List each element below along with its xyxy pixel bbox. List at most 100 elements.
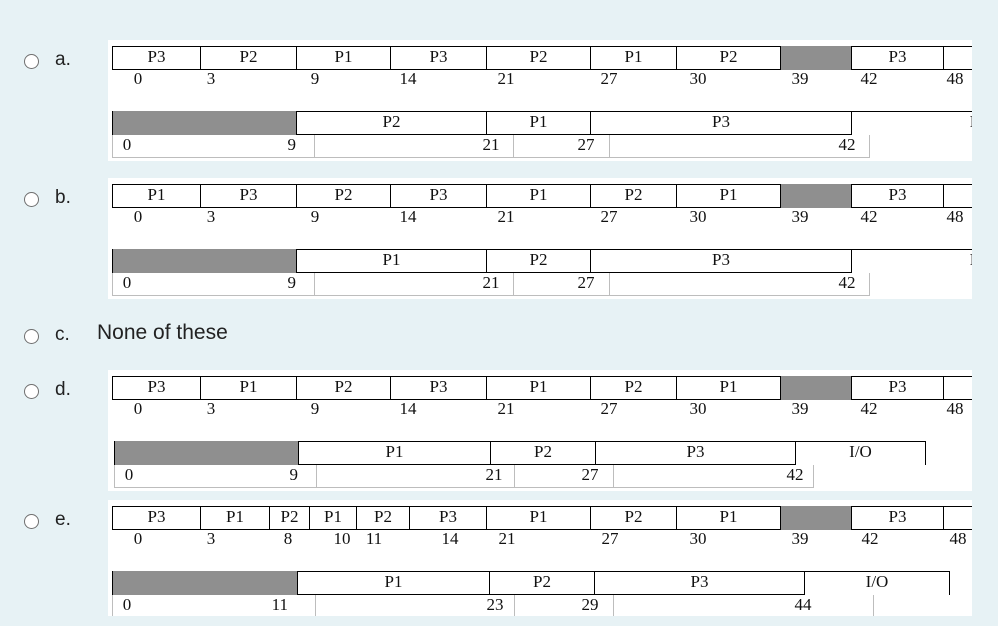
io-segment: P2 bbox=[487, 249, 591, 273]
option-text: None of these bbox=[97, 321, 228, 344]
cpu-time-tick: 8 bbox=[283, 529, 293, 548]
cpu-segment: P1 bbox=[677, 376, 781, 400]
cpu-time-tick: 21 bbox=[497, 399, 515, 418]
cpu-segment: P3 bbox=[112, 46, 201, 70]
cpu-time-tick: 0 bbox=[133, 529, 143, 548]
io-time-tick: 9 bbox=[287, 135, 297, 154]
cpu-segment: P3 bbox=[852, 46, 944, 70]
io-tick-separator bbox=[112, 135, 113, 158]
io-tick-separator bbox=[869, 135, 870, 158]
cpu-segment: P3 bbox=[112, 506, 201, 530]
cpu-time-tick: 0 bbox=[133, 207, 143, 226]
cpu-segment: P3 bbox=[112, 376, 201, 400]
io-time-tick: 42 bbox=[786, 465, 804, 484]
io-segment: I/ bbox=[852, 111, 972, 135]
cpu-time-tick: 14 bbox=[399, 207, 417, 226]
cpu-segment: P1 bbox=[591, 46, 677, 70]
cpu-time-tick: 30 bbox=[689, 529, 707, 548]
io-segment: I/O bbox=[796, 441, 926, 465]
cpu-time-tick: 30 bbox=[689, 69, 707, 88]
io-time-tick: 23 bbox=[486, 595, 504, 614]
option-letter: a. bbox=[55, 49, 71, 70]
cpu-time-tick: 27 bbox=[600, 69, 618, 88]
io-tick-frame bbox=[112, 157, 869, 158]
cpu-segment: P3 bbox=[852, 184, 944, 208]
option-letter: c. bbox=[55, 324, 70, 345]
io-time-tick: 9 bbox=[287, 273, 297, 292]
cpu-time-tick: 30 bbox=[689, 399, 707, 418]
io-time-tick: 9 bbox=[289, 465, 299, 484]
io-time-tick: 42 bbox=[838, 135, 856, 154]
io-idle-segment bbox=[112, 111, 297, 135]
io-tick-separator bbox=[316, 465, 317, 488]
cpu-time-tick: 21 bbox=[498, 529, 516, 548]
cpu-time-tick: 9 bbox=[310, 207, 320, 226]
io-tick-separator bbox=[869, 273, 870, 296]
io-tick-separator bbox=[609, 135, 610, 158]
radio-button[interactable] bbox=[24, 192, 39, 207]
cpu-time-tick: 39 bbox=[791, 529, 809, 548]
cpu-segment: P1 bbox=[487, 376, 591, 400]
cpu-idle-segment bbox=[781, 184, 852, 208]
io-tick-separator bbox=[813, 465, 814, 488]
cpu-time-tick: 10 bbox=[333, 529, 351, 548]
cpu-segment: P2 bbox=[677, 46, 781, 70]
cpu-time-tick: 42 bbox=[860, 207, 878, 226]
io-time-tick: 42 bbox=[838, 273, 856, 292]
radio-button[interactable] bbox=[24, 329, 39, 344]
cpu-time-tick: 11 bbox=[365, 529, 383, 548]
io-time-tick: 21 bbox=[485, 465, 503, 484]
cpu-segment: P3 bbox=[391, 184, 487, 208]
io-time-tick: 27 bbox=[581, 465, 599, 484]
cpu-segment: P3 bbox=[391, 46, 487, 70]
gantt-chart-image: P3 P1 P2 P1 P2 P3 P1 P2 P1 P3 0 3 8 10 11 14 21 27 30 39 42 4… bbox=[108, 500, 972, 616]
option-letter: e. bbox=[55, 509, 71, 530]
io-time-tick: 21 bbox=[482, 273, 500, 292]
cpu-time-tick: 48 bbox=[949, 529, 967, 548]
cpu-time-tick: 3 bbox=[206, 529, 216, 548]
cpu-time-tick: 30 bbox=[689, 207, 707, 226]
io-tick-separator bbox=[112, 273, 113, 296]
radio-button[interactable] bbox=[24, 54, 39, 69]
cpu-time-tick: 42 bbox=[861, 529, 879, 548]
cpu-time-tick: 21 bbox=[497, 69, 515, 88]
io-segment: P1 bbox=[299, 441, 491, 465]
cpu-time-tick: 39 bbox=[791, 399, 809, 418]
io-segment: P3 bbox=[595, 571, 805, 595]
io-segment: P3 bbox=[596, 441, 796, 465]
io-tick-separator bbox=[314, 135, 315, 158]
io-tick-separator bbox=[513, 135, 514, 158]
cpu-time-tick: 48 bbox=[946, 207, 964, 226]
io-time-tick: 0 bbox=[124, 465, 134, 484]
io-tick-frame bbox=[112, 295, 869, 296]
cpu-segment: P1 bbox=[487, 184, 591, 208]
io-segment: P1 bbox=[297, 249, 487, 273]
cpu-time-tick: 42 bbox=[860, 69, 878, 88]
io-time-tick: 0 bbox=[122, 595, 132, 614]
cpu-time-tick: 0 bbox=[133, 399, 143, 418]
cpu-time-tick: 39 bbox=[791, 207, 809, 226]
radio-button[interactable] bbox=[24, 514, 39, 529]
io-idle-segment bbox=[112, 249, 297, 273]
io-tick-separator bbox=[513, 273, 514, 296]
io-tick-separator bbox=[314, 273, 315, 296]
cpu-time-tick: 27 bbox=[601, 529, 619, 548]
io-idle-segment bbox=[112, 571, 298, 595]
cpu-time-tick: 3 bbox=[206, 207, 216, 226]
io-segment: I/ bbox=[852, 249, 972, 273]
radio-button[interactable] bbox=[24, 384, 39, 399]
io-tick-separator bbox=[609, 273, 610, 296]
cpu-time-tick: 3 bbox=[206, 69, 216, 88]
io-time-tick: 0 bbox=[122, 273, 132, 292]
cpu-time-tick: 48 bbox=[946, 69, 964, 88]
cpu-segment: P1 bbox=[112, 184, 201, 208]
io-segment: P2 bbox=[491, 441, 596, 465]
io-segment: P1 bbox=[298, 571, 490, 595]
io-tick-separator bbox=[613, 465, 614, 488]
io-segment: P3 bbox=[591, 111, 852, 135]
io-idle-segment bbox=[114, 441, 299, 465]
cpu-idle-segment bbox=[781, 506, 852, 530]
cpu-segment: P2 bbox=[591, 506, 677, 530]
cpu-time-tick: 9 bbox=[310, 69, 320, 88]
cpu-time-tick: 48 bbox=[946, 399, 964, 418]
